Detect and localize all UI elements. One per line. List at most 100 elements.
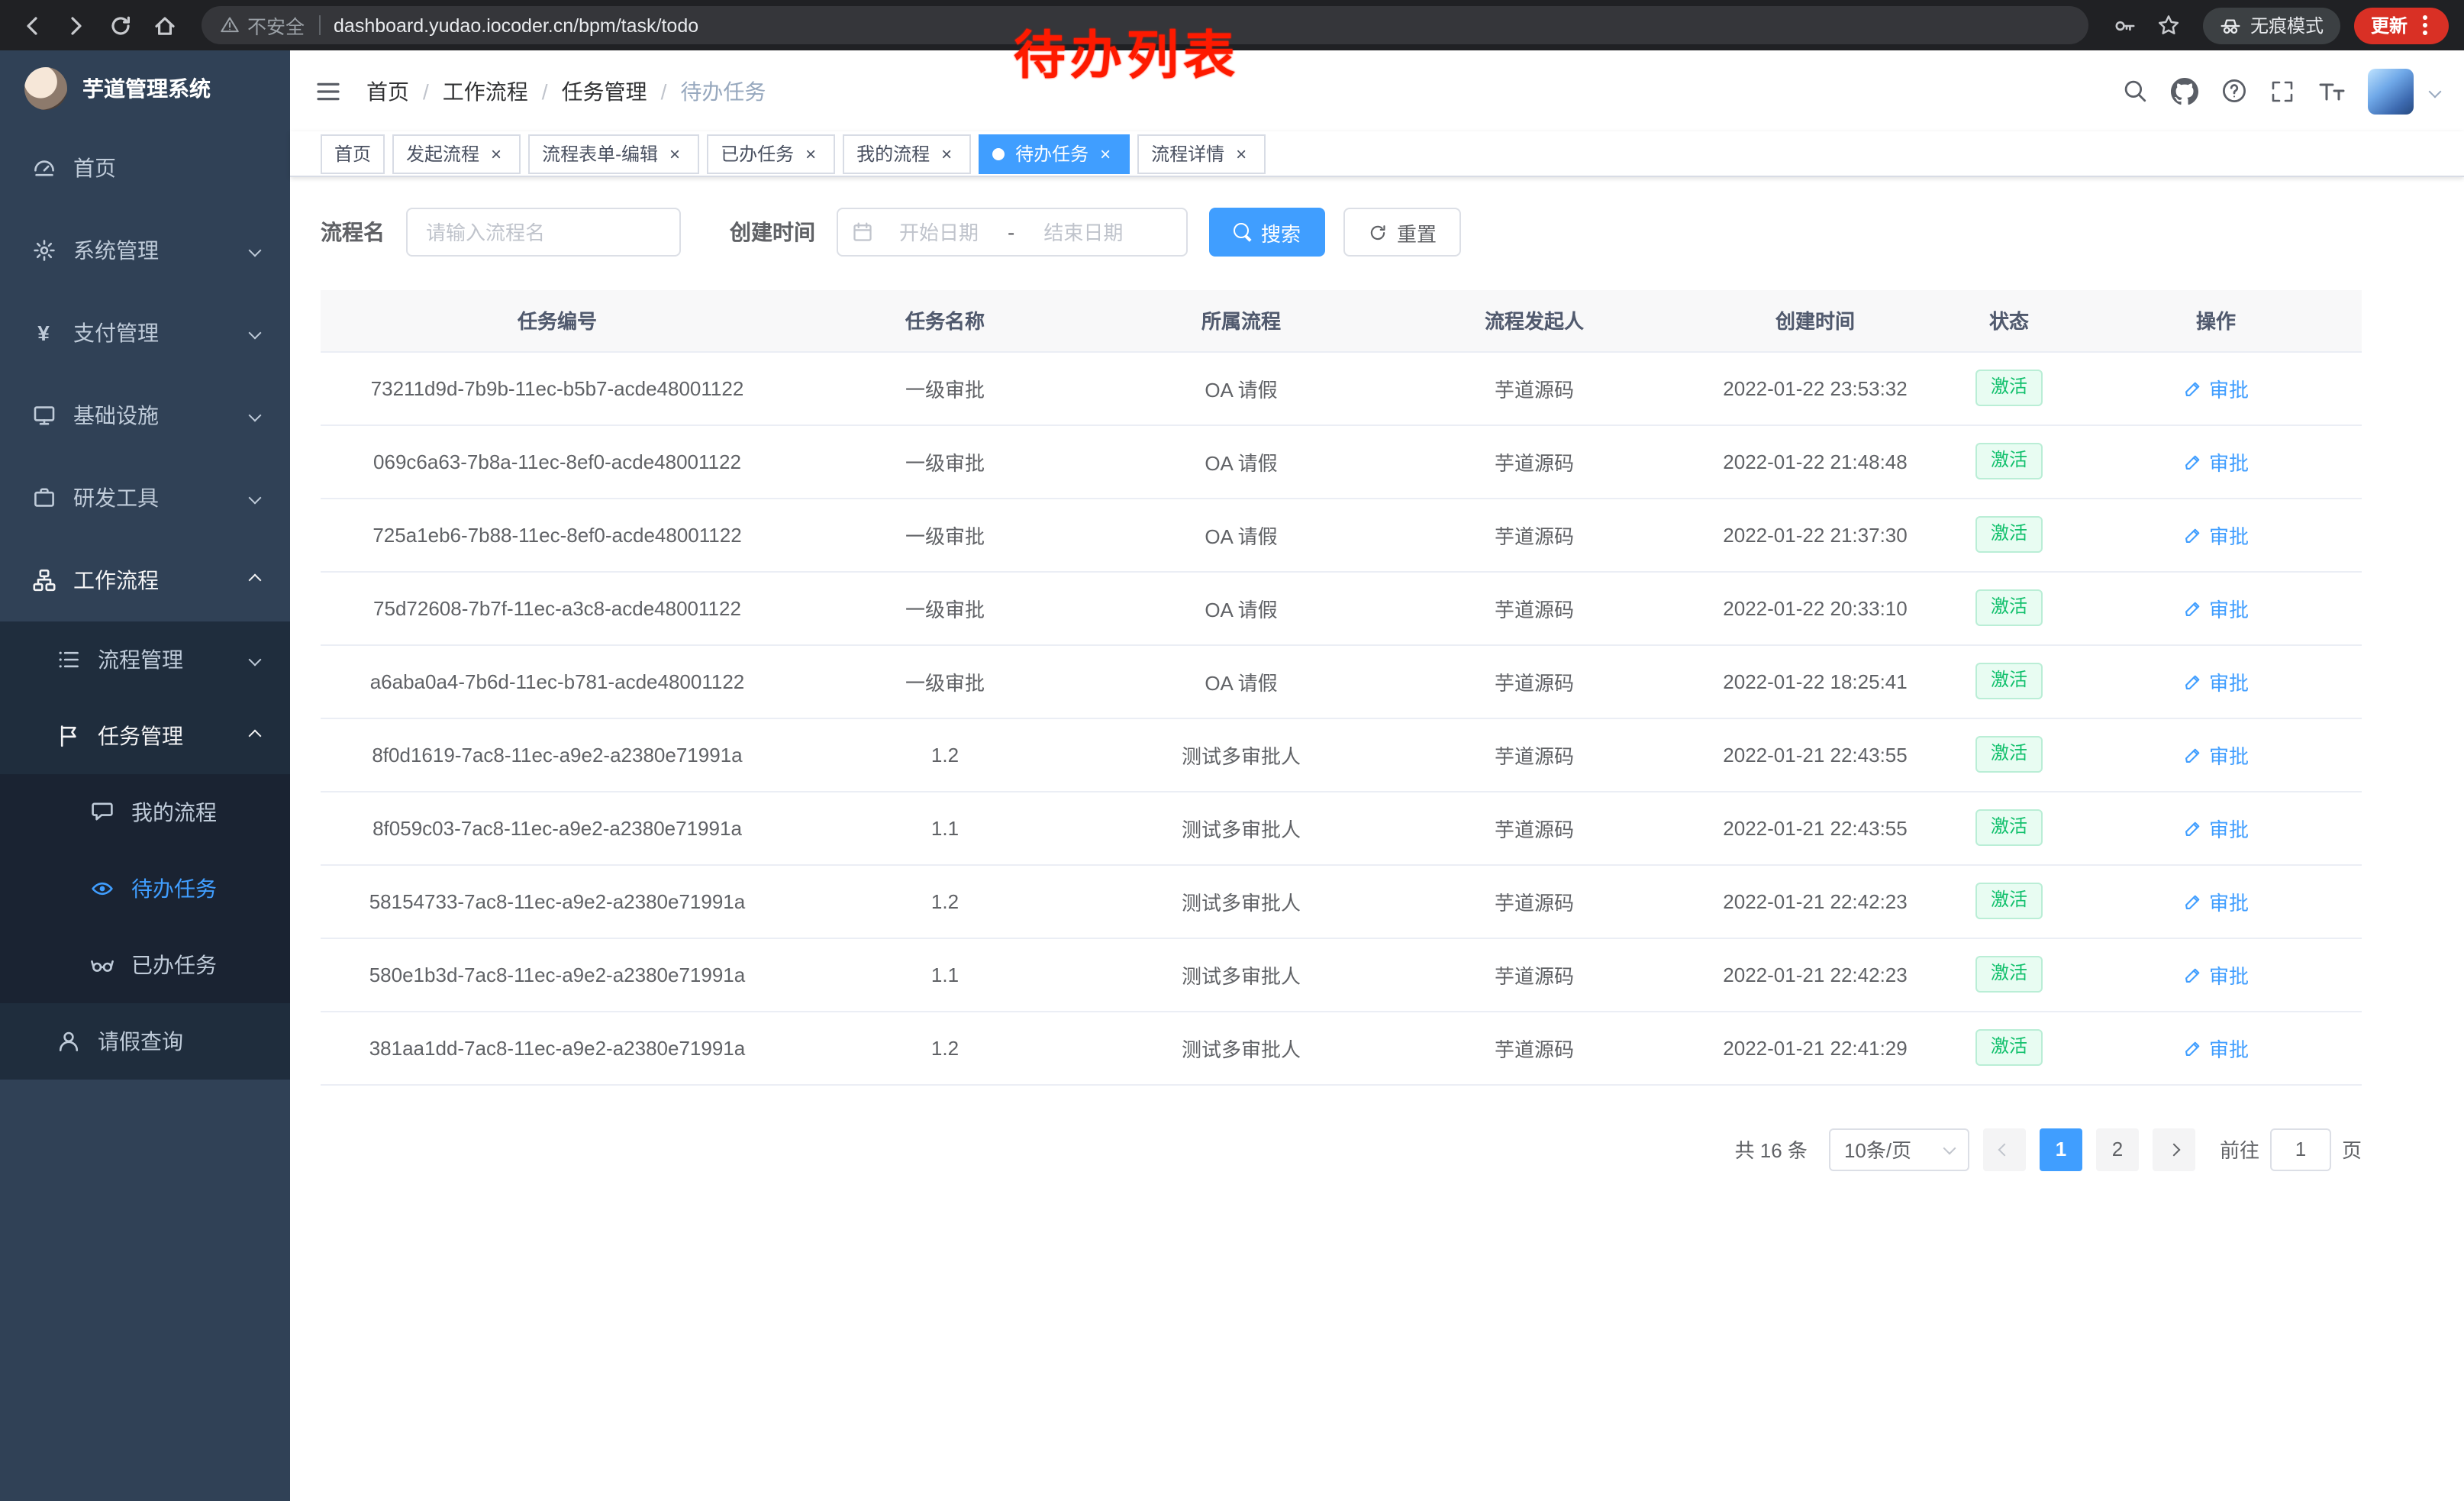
breadcrumb-workflow[interactable]: 工作流程 [443, 76, 528, 106]
tab-start-process[interactable]: 发起流程 [392, 134, 521, 173]
close-icon[interactable] [1230, 143, 1252, 164]
sidebar-item-process-mgmt[interactable]: 流程管理 [0, 621, 290, 698]
sidebar-item-home[interactable]: 首页 [0, 127, 290, 209]
status-badge: 激活 [1975, 736, 2043, 772]
search-button[interactable]: 搜索 [1209, 208, 1325, 257]
breadcrumb-home[interactable]: 首页 [366, 76, 409, 106]
edit-pencil-icon [2183, 818, 2203, 838]
app-logo[interactable]: 芋道管理系统 [0, 50, 290, 127]
process-cell: 测试多审批人 [1096, 1011, 1386, 1084]
status-cell: 激活 [1948, 1011, 2070, 1084]
close-icon[interactable] [800, 143, 821, 164]
approve-link[interactable]: 审批 [2183, 667, 2249, 696]
approve-link-label: 审批 [2209, 667, 2249, 696]
approve-link[interactable]: 审批 [2183, 1033, 2249, 1062]
reload-icon[interactable] [101, 5, 140, 45]
edit-pencil-icon [2183, 598, 2203, 618]
font-size-icon[interactable] [2317, 79, 2345, 103]
approve-link[interactable]: 审批 [2183, 960, 2249, 989]
approve-link-label: 审批 [2209, 520, 2249, 549]
close-icon[interactable] [664, 143, 685, 164]
end-date-input[interactable] [1022, 221, 1144, 244]
approve-link[interactable]: 审批 [2183, 813, 2249, 842]
tab-done-task[interactable]: 已办任务 [707, 134, 835, 173]
approve-link[interactable]: 审批 [2183, 373, 2249, 402]
task-id-cell: 58154733-7ac8-11ec-a9e2-a2380e71991a [321, 864, 794, 938]
chevron-up-icon [249, 730, 262, 743]
github-icon[interactable] [2171, 77, 2198, 105]
approve-link[interactable]: 审批 [2183, 740, 2249, 769]
user-avatar[interactable] [2368, 68, 2414, 114]
sidebar-toggle-icon[interactable] [314, 77, 342, 105]
key-icon[interactable] [2105, 5, 2145, 45]
sidebar-item-label: 研发工具 [73, 483, 159, 513]
fullscreen-icon[interactable] [2270, 79, 2295, 103]
tab-process-detail[interactable]: 流程详情 [1137, 134, 1266, 173]
process-cell: OA 请假 [1096, 571, 1386, 644]
process-name-input[interactable] [406, 208, 681, 257]
status-badge: 激活 [1975, 443, 2043, 479]
sidebar-item-done-task[interactable]: 已办任务 [0, 927, 290, 1003]
tab-label: 流程详情 [1151, 140, 1224, 166]
page-button-2[interactable]: 2 [2096, 1128, 2139, 1170]
col-created: 创建时间 [1682, 290, 1948, 351]
page-button-1[interactable]: 1 [2040, 1128, 2082, 1170]
approve-link[interactable]: 审批 [2183, 447, 2249, 476]
reset-button[interactable]: 重置 [1343, 208, 1461, 257]
approve-link[interactable]: 审批 [2183, 593, 2249, 622]
sidebar-item-task-mgmt[interactable]: 任务管理 [0, 698, 290, 774]
security-indicator[interactable]: 不安全 [220, 11, 305, 40]
home-icon[interactable] [145, 5, 185, 45]
create-time-label: 创建时间 [730, 217, 815, 247]
forward-icon[interactable] [56, 5, 96, 45]
process-cell: OA 请假 [1096, 351, 1386, 424]
table-row: 8f0d1619-7ac8-11ec-a9e2-a2380e71991a 1.2… [321, 718, 2362, 791]
task-id-cell: 73211d9d-7b9b-11ec-b5b7-acde48001122 [321, 351, 794, 424]
tab-home[interactable]: 首页 [321, 134, 385, 173]
sidebar-item-my-process[interactable]: 我的流程 [0, 774, 290, 851]
update-button[interactable]: 更新 [2354, 7, 2449, 44]
approve-link[interactable]: 审批 [2183, 886, 2249, 915]
task-name-cell: 1.1 [794, 791, 1096, 864]
next-page-button[interactable] [2153, 1128, 2195, 1170]
bookmark-star-icon[interactable] [2150, 5, 2189, 45]
approve-link[interactable]: 审批 [2183, 520, 2249, 549]
sidebar-item-devtools[interactable]: 研发工具 [0, 457, 290, 539]
start-date-input[interactable] [878, 221, 1000, 244]
filter-bar: 流程名 创建时间 - 搜索 重置 [321, 208, 2362, 257]
status-cell: 激活 [1948, 718, 2070, 791]
task-name-cell: 一级审批 [794, 571, 1096, 644]
goto-page-input[interactable] [2270, 1128, 2331, 1170]
task-id-cell: 8f0d1619-7ac8-11ec-a9e2-a2380e71991a [321, 718, 794, 791]
close-icon[interactable] [936, 143, 957, 164]
sidebar-item-system[interactable]: 系统管理 [0, 209, 290, 292]
task-id-cell: 381aa1dd-7ac8-11ec-a9e2-a2380e71991a [321, 1011, 794, 1084]
tab-form-edit[interactable]: 流程表单-编辑 [528, 134, 699, 173]
tab-my-process[interactable]: 我的流程 [843, 134, 971, 173]
sidebar-item-payment[interactable]: 支付管理 [0, 292, 290, 374]
table-row: 725a1eb6-7b88-11ec-8ef0-acde48001122 一级审… [321, 498, 2362, 571]
tab-todo-task[interactable]: 待办任务 [979, 134, 1130, 173]
breadcrumb-separator: / [423, 79, 429, 103]
sidebar-item-label: 请假查询 [98, 1026, 183, 1057]
sidebar-item-label: 首页 [73, 153, 116, 183]
sidebar-item-infrastructure[interactable]: 基础设施 [0, 374, 290, 457]
sidebar-item-leave-query[interactable]: 请假查询 [0, 1003, 290, 1080]
sidebar-item-todo-task[interactable]: 待办任务 [0, 851, 290, 927]
back-icon[interactable] [12, 5, 52, 45]
close-icon[interactable] [485, 143, 507, 164]
page-size-select[interactable]: 10条/页 [1829, 1128, 1969, 1170]
sidebar-item-workflow[interactable]: 工作流程 [0, 539, 290, 621]
prev-page-button[interactable] [1983, 1128, 2026, 1170]
date-range-picker[interactable]: - [837, 208, 1188, 257]
kebab-menu-icon[interactable] [2423, 23, 2427, 27]
avatar-caret-icon[interactable] [2429, 85, 2442, 98]
search-icon[interactable] [2122, 78, 2148, 104]
process-cell: 测试多审批人 [1096, 938, 1386, 1011]
chevron-down-icon [249, 492, 262, 505]
help-icon[interactable] [2221, 78, 2247, 104]
breadcrumb-separator: / [542, 79, 548, 103]
close-icon[interactable] [1095, 143, 1116, 164]
breadcrumb-task-mgmt[interactable]: 任务管理 [562, 76, 647, 106]
chat-bubble-icon [89, 799, 114, 825]
